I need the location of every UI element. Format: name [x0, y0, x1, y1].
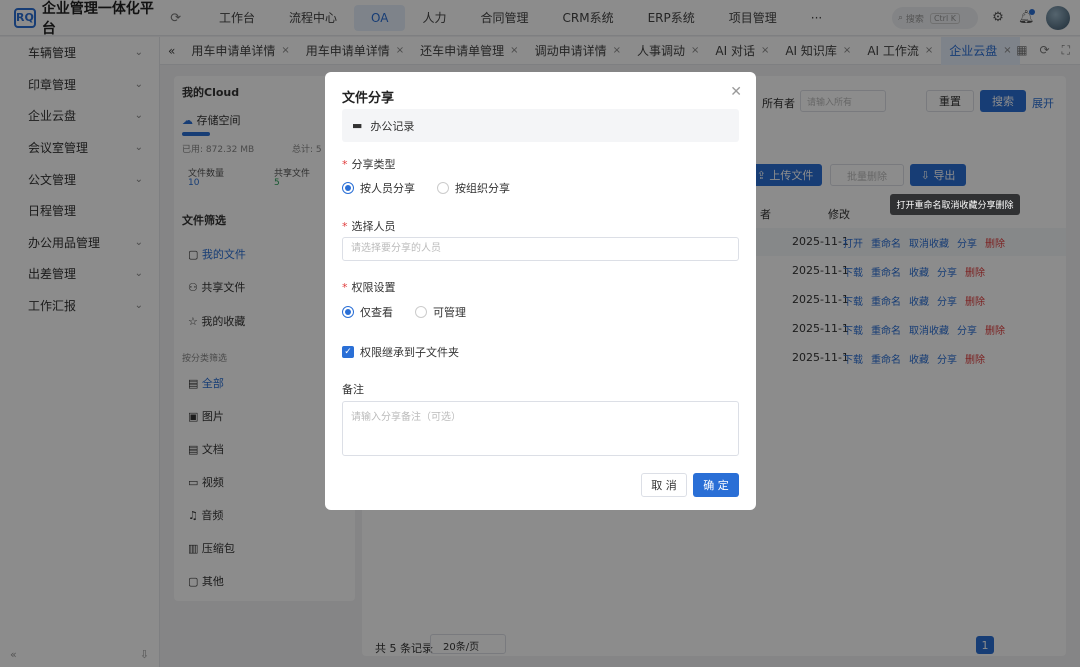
inherit-row: ✓ 权限继承到子文件夹 [342, 344, 459, 360]
folder-icon: ▬ [352, 119, 363, 132]
permission-group: 仅查看 可管理 [342, 304, 466, 320]
radio-view-only-label[interactable]: 仅查看 [360, 304, 393, 320]
people-label: * 选择人员 [342, 220, 396, 233]
dialog-title: 文件分享 [342, 91, 395, 106]
action-tooltip: 打开重命名取消收藏分享删除 [890, 194, 1020, 215]
folder-name: 办公记录 [370, 119, 415, 133]
inherit-label[interactable]: 权限继承到子文件夹 [360, 344, 459, 360]
folder-banner: ▬ 办公记录 [342, 109, 739, 142]
note-textarea[interactable]: 请输入分享备注（可选） [342, 401, 739, 456]
confirm-button[interactable]: 确 定 [693, 473, 739, 497]
radio-by-org-label[interactable]: 按组织分享 [455, 180, 510, 196]
share-type-label: * 分享类型 [342, 158, 396, 171]
cancel-button[interactable]: 取 消 [641, 473, 687, 497]
radio-by-person-label[interactable]: 按人员分享 [360, 180, 415, 196]
share-type-group: 按人员分享 按组织分享 [342, 180, 510, 196]
close-icon[interactable]: ✕ [730, 84, 742, 100]
radio-manage[interactable] [415, 306, 427, 318]
note-label: 备注 [342, 383, 364, 396]
radio-by-person[interactable] [342, 182, 354, 194]
share-dialog: 文件分享 ✕ ▬ 办公记录 * 分享类型 按人员分享 按组织分享 * 选择人员 请选… [325, 72, 756, 510]
radio-view-only[interactable] [342, 306, 354, 318]
people-select[interactable]: 请选择要分享的人员 [342, 237, 739, 261]
radio-manage-label[interactable]: 可管理 [433, 304, 466, 320]
inherit-checkbox[interactable]: ✓ [342, 346, 354, 358]
radio-by-org[interactable] [437, 182, 449, 194]
permission-label: * 权限设置 [342, 281, 396, 294]
